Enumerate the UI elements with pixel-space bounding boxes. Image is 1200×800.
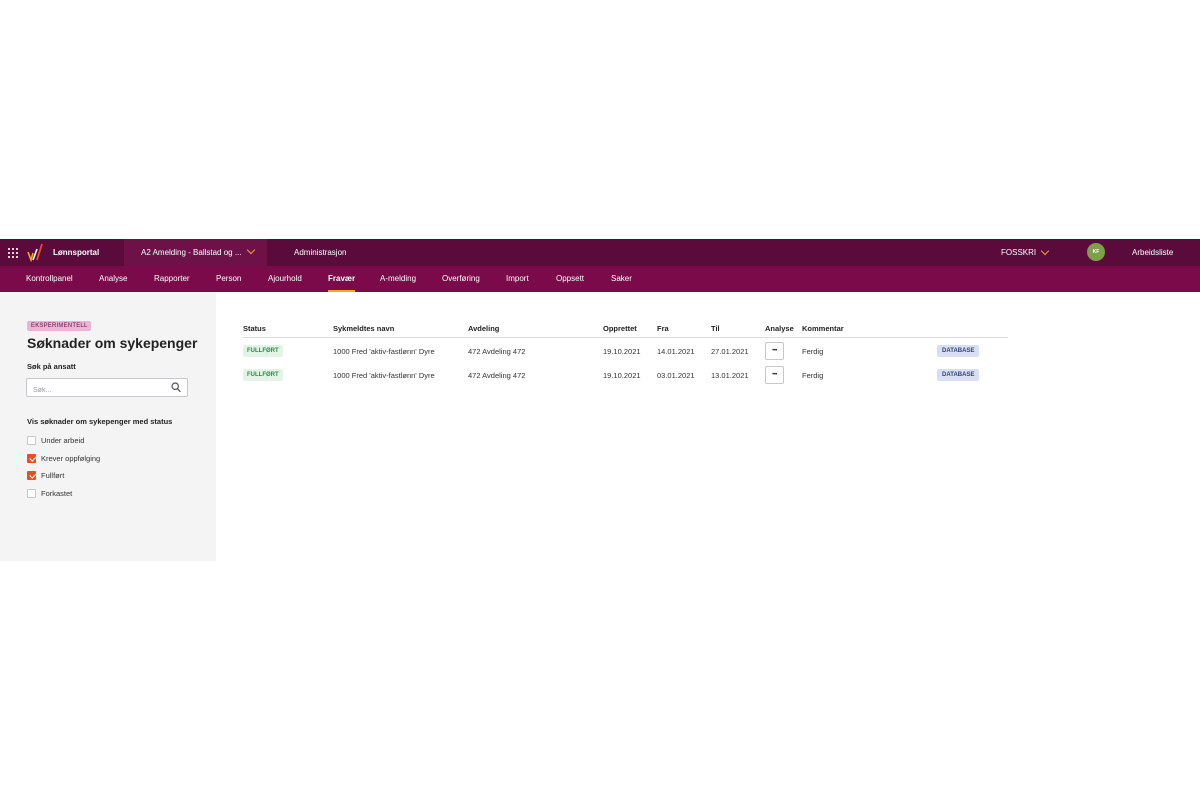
checkbox[interactable] [27,435,36,445]
cell-comment: Ferdig [802,347,824,356]
nav-item-oppsett[interactable]: Oppsett [556,266,584,292]
filter-sidebar: EKSPERIMENTELL Søknader om sykepenger Sø… [0,292,216,561]
nav-item-a-melding[interactable]: A-melding [380,266,416,292]
nav-item-kontrollpanel[interactable]: Kontrollpanel [26,266,73,292]
filter-under-arbeid[interactable]: Under arbeid [27,435,84,445]
cell-from: 14.01.2021 [657,347,695,356]
app-shell: Lønnsportal A2 Amelding - Ballstad og ..… [0,239,1200,561]
search-icon[interactable] [171,382,181,393]
column-header-to[interactable]: Til [711,324,720,333]
user-name: FOSSKRI [1001,248,1037,257]
column-header-status[interactable]: Status [243,324,266,333]
nav-item-person[interactable]: Person [216,266,241,292]
column-header-name[interactable]: Sykmeldtes navn [333,324,394,333]
more-horizontal-icon: ••• [772,348,777,354]
table-row[interactable]: FULLFØRT 1000 Fred 'aktiv-fastlønn' Dyre… [216,341,1200,363]
search-input[interactable] [27,382,167,399]
worklist-link[interactable]: Arbeidsliste [1132,248,1173,257]
checkbox[interactable] [27,488,36,498]
source-badge[interactable]: DATABASE [937,345,980,357]
search-label: Søk på ansatt [27,362,76,371]
table-row[interactable]: FULLFØRT 1000 Fred 'aktiv-fastlønn' Dyre… [216,365,1200,387]
admin-link[interactable]: Administrasjon [294,248,346,257]
search-box [26,378,188,399]
cell-department: 472 Avdeling 472 [468,371,526,380]
column-header-created[interactable]: Opprettet [603,324,637,333]
checkbox-checked[interactable] [27,453,36,463]
nav-item-fravaer[interactable]: Fravær [328,266,356,292]
cell-to: 13.01.2021 [711,371,749,380]
filter-label: Under arbeid [41,435,85,445]
cell-department: 472 Avdeling 472 [468,347,526,356]
grid-icon[interactable] [8,248,18,258]
filter-fullfort[interactable]: Fullført [27,470,64,480]
nav-item-ajourhold[interactable]: Ajourhold [268,266,302,292]
filter-label: Forkastet [41,488,73,498]
analysis-more-button[interactable]: ••• [765,342,784,360]
filter-label: Fullført [41,470,65,480]
experimental-badge: EKSPERIMENTELL [27,321,92,331]
nav-item-overforing[interactable]: Overføring [442,266,480,292]
page-title: Søknader om sykepenger [27,335,198,351]
company-select[interactable]: A2 Amelding - Ballstad og ... [124,239,267,266]
nav-item-rapporter[interactable]: Rapporter [154,266,190,292]
header-divider [242,337,1008,338]
checkbox-checked[interactable] [27,470,36,480]
status-filter-label: Vis søknader om sykepenger med status [27,417,173,426]
main-nav: Kontrollpanel Analyse Rapporter Person A… [0,266,1200,292]
source-badge[interactable]: DATABASE [937,369,980,381]
company-select-label: A2 Amelding - Ballstad og ... [141,248,242,257]
cell-created: 19.10.2021 [603,371,641,380]
applications-table: Status Sykmeldtes navn Avdeling Opprette… [216,292,1200,561]
app-name[interactable]: Lønnsportal [53,248,99,257]
cell-name: 1000 Fred 'aktiv-fastlønn' Dyre [333,371,435,380]
column-header-analysis[interactable]: Analyse [765,324,794,333]
top-bar: Lønnsportal A2 Amelding - Ballstad og ..… [0,239,1200,266]
nav-item-analyse[interactable]: Analyse [99,266,127,292]
cell-created: 19.10.2021 [603,347,641,356]
filter-forkastet[interactable]: Forkastet [27,488,72,498]
cell-comment: Ferdig [802,371,824,380]
column-header-comment[interactable]: Kommentar [802,324,844,333]
cell-to: 27.01.2021 [711,347,749,356]
status-badge: FULLFØRT [243,369,283,381]
user-select[interactable]: FOSSKRI [1001,239,1036,266]
filter-label: Krever oppfølging [41,453,101,463]
status-badge: FULLFØRT [243,345,283,357]
avatar[interactable]: KF [1087,243,1105,261]
column-header-from[interactable]: Fra [657,324,669,333]
column-header-department[interactable]: Avdeling [468,324,499,333]
nav-item-saker[interactable]: Saker [611,266,632,292]
cell-from: 03.01.2021 [657,371,695,380]
logo-icon [27,243,43,262]
analysis-more-button[interactable]: ••• [765,366,784,384]
nav-item-import[interactable]: Import [506,266,529,292]
cell-name: 1000 Fred 'aktiv-fastlønn' Dyre [333,347,435,356]
more-horizontal-icon: ••• [772,372,777,378]
filter-krever-oppfolging[interactable]: Krever oppfølging [27,453,100,463]
chevron-down-icon[interactable] [1040,246,1050,256]
